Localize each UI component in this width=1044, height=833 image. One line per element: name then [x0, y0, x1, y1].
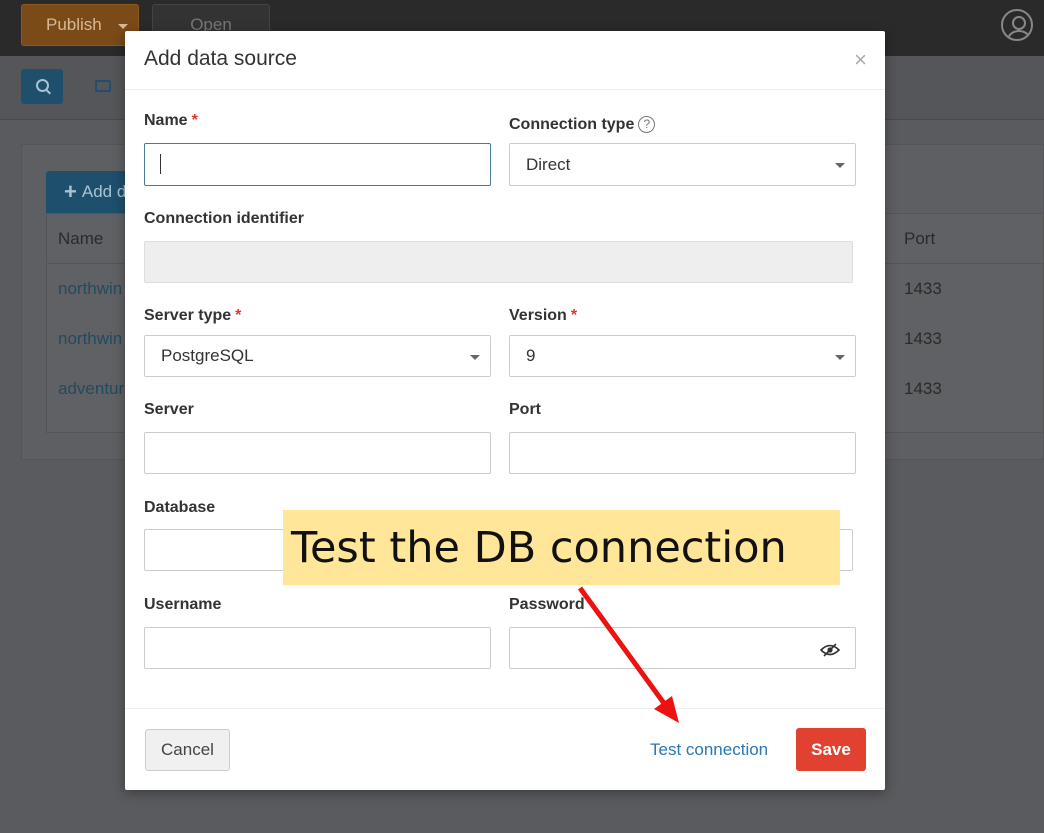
username-input[interactable] [144, 627, 491, 669]
chevron-down-icon [118, 24, 128, 29]
chevron-down-icon [835, 163, 845, 168]
eye-slash-icon[interactable] [820, 643, 840, 657]
publish-button[interactable]: Publish [21, 4, 139, 46]
search-button[interactable] [21, 69, 63, 104]
server-input[interactable] [144, 432, 491, 474]
header-divider [125, 89, 885, 90]
annotation-callout: Test the DB connection [283, 510, 840, 585]
port-input[interactable] [509, 432, 856, 474]
table-row-name-link[interactable]: adventur [58, 379, 124, 399]
table-row-name-link[interactable]: northwin [58, 279, 122, 299]
password-label: Password [509, 596, 585, 613]
column-header-port[interactable]: Port [904, 229, 935, 249]
connection-identifier-label: Connection identifier [144, 210, 304, 227]
plus-icon: + [64, 179, 77, 204]
required-marker: * [235, 307, 242, 324]
required-marker: * [191, 112, 198, 129]
table-row-port: 1433 [904, 279, 942, 298]
version-select[interactable]: 9 [509, 335, 856, 377]
add-label: Add d [81, 182, 127, 201]
test-connection-button[interactable]: Test connection [650, 729, 768, 771]
save-button[interactable]: Save [796, 728, 866, 771]
required-marker: * [570, 307, 578, 324]
list-view-icon[interactable] [95, 80, 111, 92]
connection-type-label-text: Connection type [509, 116, 635, 133]
publish-label: Publish [46, 15, 102, 34]
close-icon[interactable]: × [854, 47, 867, 73]
port-label: Port [509, 401, 541, 418]
connection-type-label: Connection type? [509, 116, 656, 134]
database-label: Database [144, 499, 216, 516]
server-type-select[interactable]: PostgreSQL [144, 335, 491, 377]
server-label: Server [144, 401, 194, 418]
add-data-source-dialog: Add data source × Name * Connection type?… [125, 31, 885, 790]
footer-divider [125, 708, 885, 709]
chevron-down-icon [835, 355, 845, 360]
cancel-button[interactable]: Cancel [145, 729, 230, 771]
version-label-text: Version [509, 307, 567, 324]
password-input[interactable] [509, 627, 856, 669]
connection-type-value: Direct [526, 154, 571, 174]
table-row-name-link[interactable]: northwin [58, 329, 122, 349]
connection-identifier-input [144, 241, 853, 283]
name-input[interactable] [144, 143, 491, 186]
name-label: Name * [144, 112, 198, 130]
table-row-port: 1433 [904, 379, 942, 398]
column-header-name[interactable]: Name [58, 229, 103, 249]
dialog-title: Add data source [144, 47, 297, 70]
help-icon[interactable]: ? [638, 116, 656, 133]
server-type-label-text: Server type [144, 307, 232, 324]
chevron-down-icon [470, 355, 480, 360]
connection-type-select[interactable]: Direct [509, 143, 856, 186]
username-label: Username [144, 596, 222, 613]
table-row-port: 1433 [904, 329, 942, 348]
version-value: 9 [526, 346, 536, 365]
server-type-value: PostgreSQL [161, 346, 254, 365]
server-type-label: Server type * [144, 307, 241, 325]
version-label: Version * [509, 307, 577, 325]
name-label-text: Name [144, 112, 188, 129]
text-cursor [160, 154, 161, 174]
user-avatar-icon[interactable] [1001, 9, 1033, 41]
